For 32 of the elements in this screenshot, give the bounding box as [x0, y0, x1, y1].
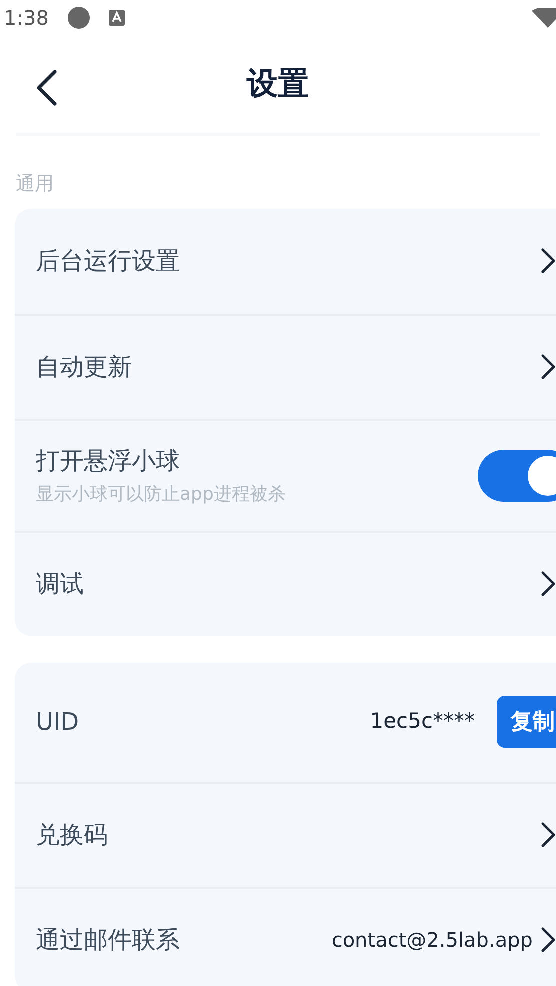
chevron-right-icon	[541, 354, 556, 380]
app-notification-icon	[108, 10, 125, 26]
row-label: 打开悬浮小球	[36, 446, 181, 477]
chevron-right-icon	[541, 822, 556, 848]
back-button[interactable]	[36, 70, 60, 106]
settings-row[interactable]: 兑换码	[15, 782, 556, 886]
chevron-right-icon	[541, 927, 556, 953]
row-label: 通过邮件联系	[36, 925, 181, 956]
settings-row[interactable]: 通过邮件联系 contact@2.5lab.app	[15, 886, 556, 986]
row-label: UID	[36, 707, 80, 738]
notification-dot-icon	[66, 6, 91, 30]
settings-row[interactable]: 自动更新	[15, 314, 556, 418]
wifi-icon	[532, 8, 556, 28]
uid-value: 1ec5c****	[370, 708, 475, 736]
row-label: 兑换码	[36, 820, 109, 851]
chevron-right-icon	[541, 571, 556, 597]
row-label: 调试	[36, 569, 85, 600]
email-value: contact@2.5lab.app	[332, 927, 533, 954]
section-title: 通用	[15, 172, 55, 197]
row-description: 显示小球可以防止app进程被杀	[36, 483, 287, 507]
status-time: 1:38	[4, 5, 49, 32]
toggle-switch[interactable]	[478, 450, 556, 502]
settings-row[interactable]: 调试	[15, 530, 556, 636]
settings-row[interactable]: UID 1ec5c**** 复制	[15, 662, 556, 782]
settings-row[interactable]: 打开悬浮小球 显示小球可以防止app进程被杀	[15, 418, 556, 530]
chevron-right-icon	[541, 248, 556, 274]
row-label: 后台运行设置	[36, 246, 181, 277]
page-title: 设置	[247, 65, 309, 104]
settings-row[interactable]: 后台运行设置	[15, 208, 556, 314]
row-label: 自动更新	[36, 352, 133, 383]
back-icon	[36, 70, 58, 106]
copy-button[interactable]: 复制	[497, 696, 556, 748]
